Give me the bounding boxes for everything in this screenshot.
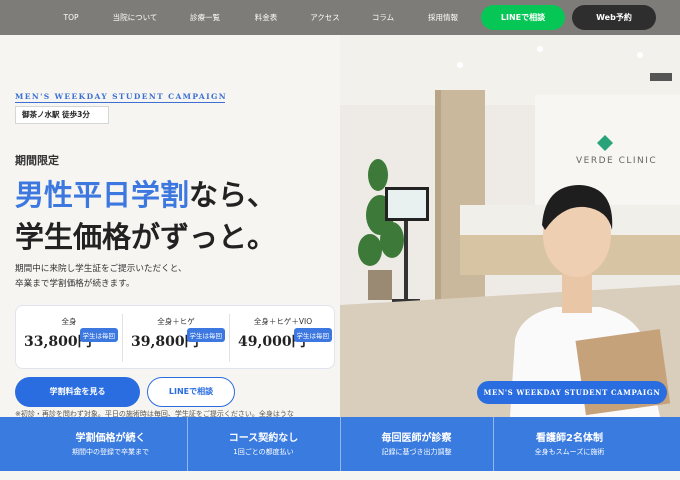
- description-line1: 期間中に来院し学生証をご提示いただくと、: [15, 264, 187, 274]
- nav-item-column[interactable]: コラム: [364, 0, 402, 35]
- nav-item-treatments[interactable]: 診療一覧: [180, 0, 230, 35]
- line-consult-button[interactable]: LINEで相談: [481, 5, 565, 30]
- nav-item-top[interactable]: TOP: [56, 0, 86, 35]
- headline-line2: 学生価格がずっと。: [15, 220, 277, 254]
- feature-subtitle: 全身もスムーズに施術: [534, 448, 605, 456]
- student-tag: 学生は毎回: [79, 328, 118, 342]
- clinic-hero-photo: VERDE CLINIC: [340, 35, 680, 417]
- top-nav: TOP 当院について 診療一覧 料金表 アクセス コラム 採用情報 LINEで相…: [0, 0, 680, 35]
- campaign-underline: [15, 102, 225, 103]
- feature-subtitle: 1回ごとの都度払い: [233, 448, 294, 456]
- price-cell-full-body-beard-vio: 全身＋ヒゲ＋VIO 49,000円 学生は毎回: [230, 306, 336, 370]
- price-cell-full-body: 全身 33,800円 学生は毎回: [16, 306, 122, 370]
- feature-title: 看護師2名体制: [536, 433, 603, 444]
- headline-line1: 男性平日学割なら、: [15, 172, 276, 214]
- price-name: 全身＋ヒゲ: [157, 317, 195, 326]
- view-student-price-button[interactable]: 学割料金を見る: [15, 377, 140, 407]
- feature-title: 学割価格が続く: [75, 433, 146, 444]
- web-reservation-button[interactable]: Web予約: [572, 5, 656, 30]
- feature-title: コース契約なし: [228, 433, 299, 444]
- price-table: 全身 33,800円 学生は毎回 全身＋ヒゲ 39,800円 学生は毎回 全身＋…: [15, 305, 335, 369]
- feature-title: 毎回医師が診察: [381, 433, 452, 444]
- feature-item: 毎回医師が診察 記録に基づき出力調整: [340, 417, 493, 471]
- student-tag: 学生は毎回: [186, 328, 225, 342]
- headline-suffix: なら、: [189, 178, 277, 212]
- headline-highlight: 男性平日学割: [15, 178, 190, 212]
- nav-item-about[interactable]: 当院について: [104, 0, 166, 35]
- period-label: 期間限定: [15, 154, 59, 167]
- price-name: 全身＋ヒゲ＋VIO: [253, 317, 313, 326]
- clinic-illustration: VERDE CLINIC: [340, 35, 680, 417]
- station-badge: 御茶ノ水駅 徒歩3分: [15, 106, 109, 124]
- nav-item-pricing[interactable]: 料金表: [245, 0, 287, 35]
- photo-campaign-badge[interactable]: MEN'S WEEKDAY STUDENT CAMPAIGN: [477, 381, 667, 404]
- student-tag: 学生は毎回: [293, 328, 332, 342]
- price-cell-full-body-beard: 全身＋ヒゲ 39,800円 学生は毎回: [123, 306, 229, 370]
- feature-item: 学割価格が続く 期間中の登録で卒業まで: [34, 417, 187, 471]
- campaign-label: MEN'S WEEKDAY STUDENT CAMPAIGN: [15, 92, 228, 101]
- nav-item-recruit[interactable]: 採用情報: [418, 0, 468, 35]
- hero-description: 期間中に来院し学生証をご提示いただくと、 卒業まで学割価格が続きます。: [15, 262, 335, 292]
- feature-item: 看護師2名体制 全身もスムーズに施術: [493, 417, 646, 471]
- feature-bar: 学割価格が続く 期間中の登録で卒業まで コース契約なし 1回ごとの都度払い 毎回…: [0, 417, 680, 471]
- price-name: 全身: [61, 317, 77, 326]
- description-line2: 卒業まで学割価格が続きます。: [15, 279, 135, 289]
- clinic-sign-text: VERDE CLINIC: [576, 156, 657, 166]
- nav-item-access[interactable]: アクセス: [302, 0, 348, 35]
- page-bottom: [0, 471, 680, 480]
- feature-item: コース契約なし 1回ごとの都度払い: [187, 417, 340, 471]
- line-consult-secondary-button[interactable]: LINEで相談: [147, 377, 235, 407]
- feature-subtitle: 期間中の登録で卒業まで: [72, 448, 149, 456]
- feature-subtitle: 記録に基づき出力調整: [381, 448, 452, 456]
